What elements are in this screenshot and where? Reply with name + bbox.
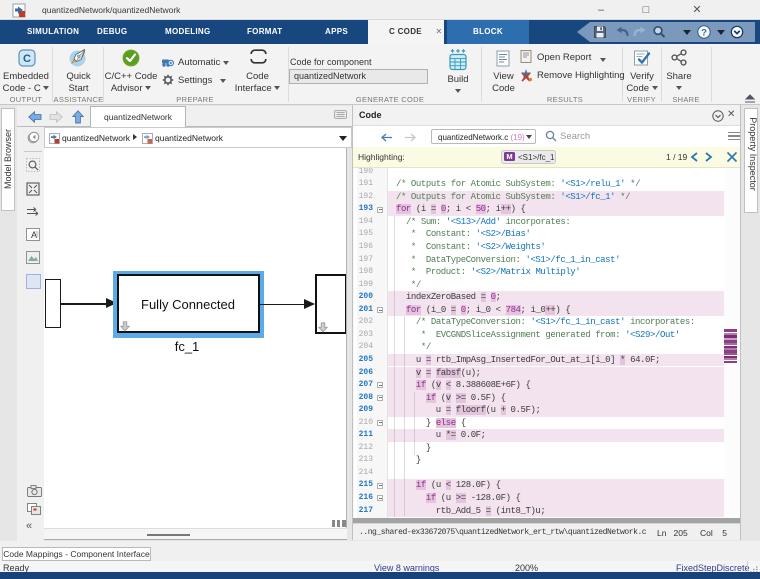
svg-text:?: ? bbox=[701, 28, 707, 39]
svg-text:C: C bbox=[23, 53, 31, 65]
svg-text:A: A bbox=[31, 230, 37, 240]
